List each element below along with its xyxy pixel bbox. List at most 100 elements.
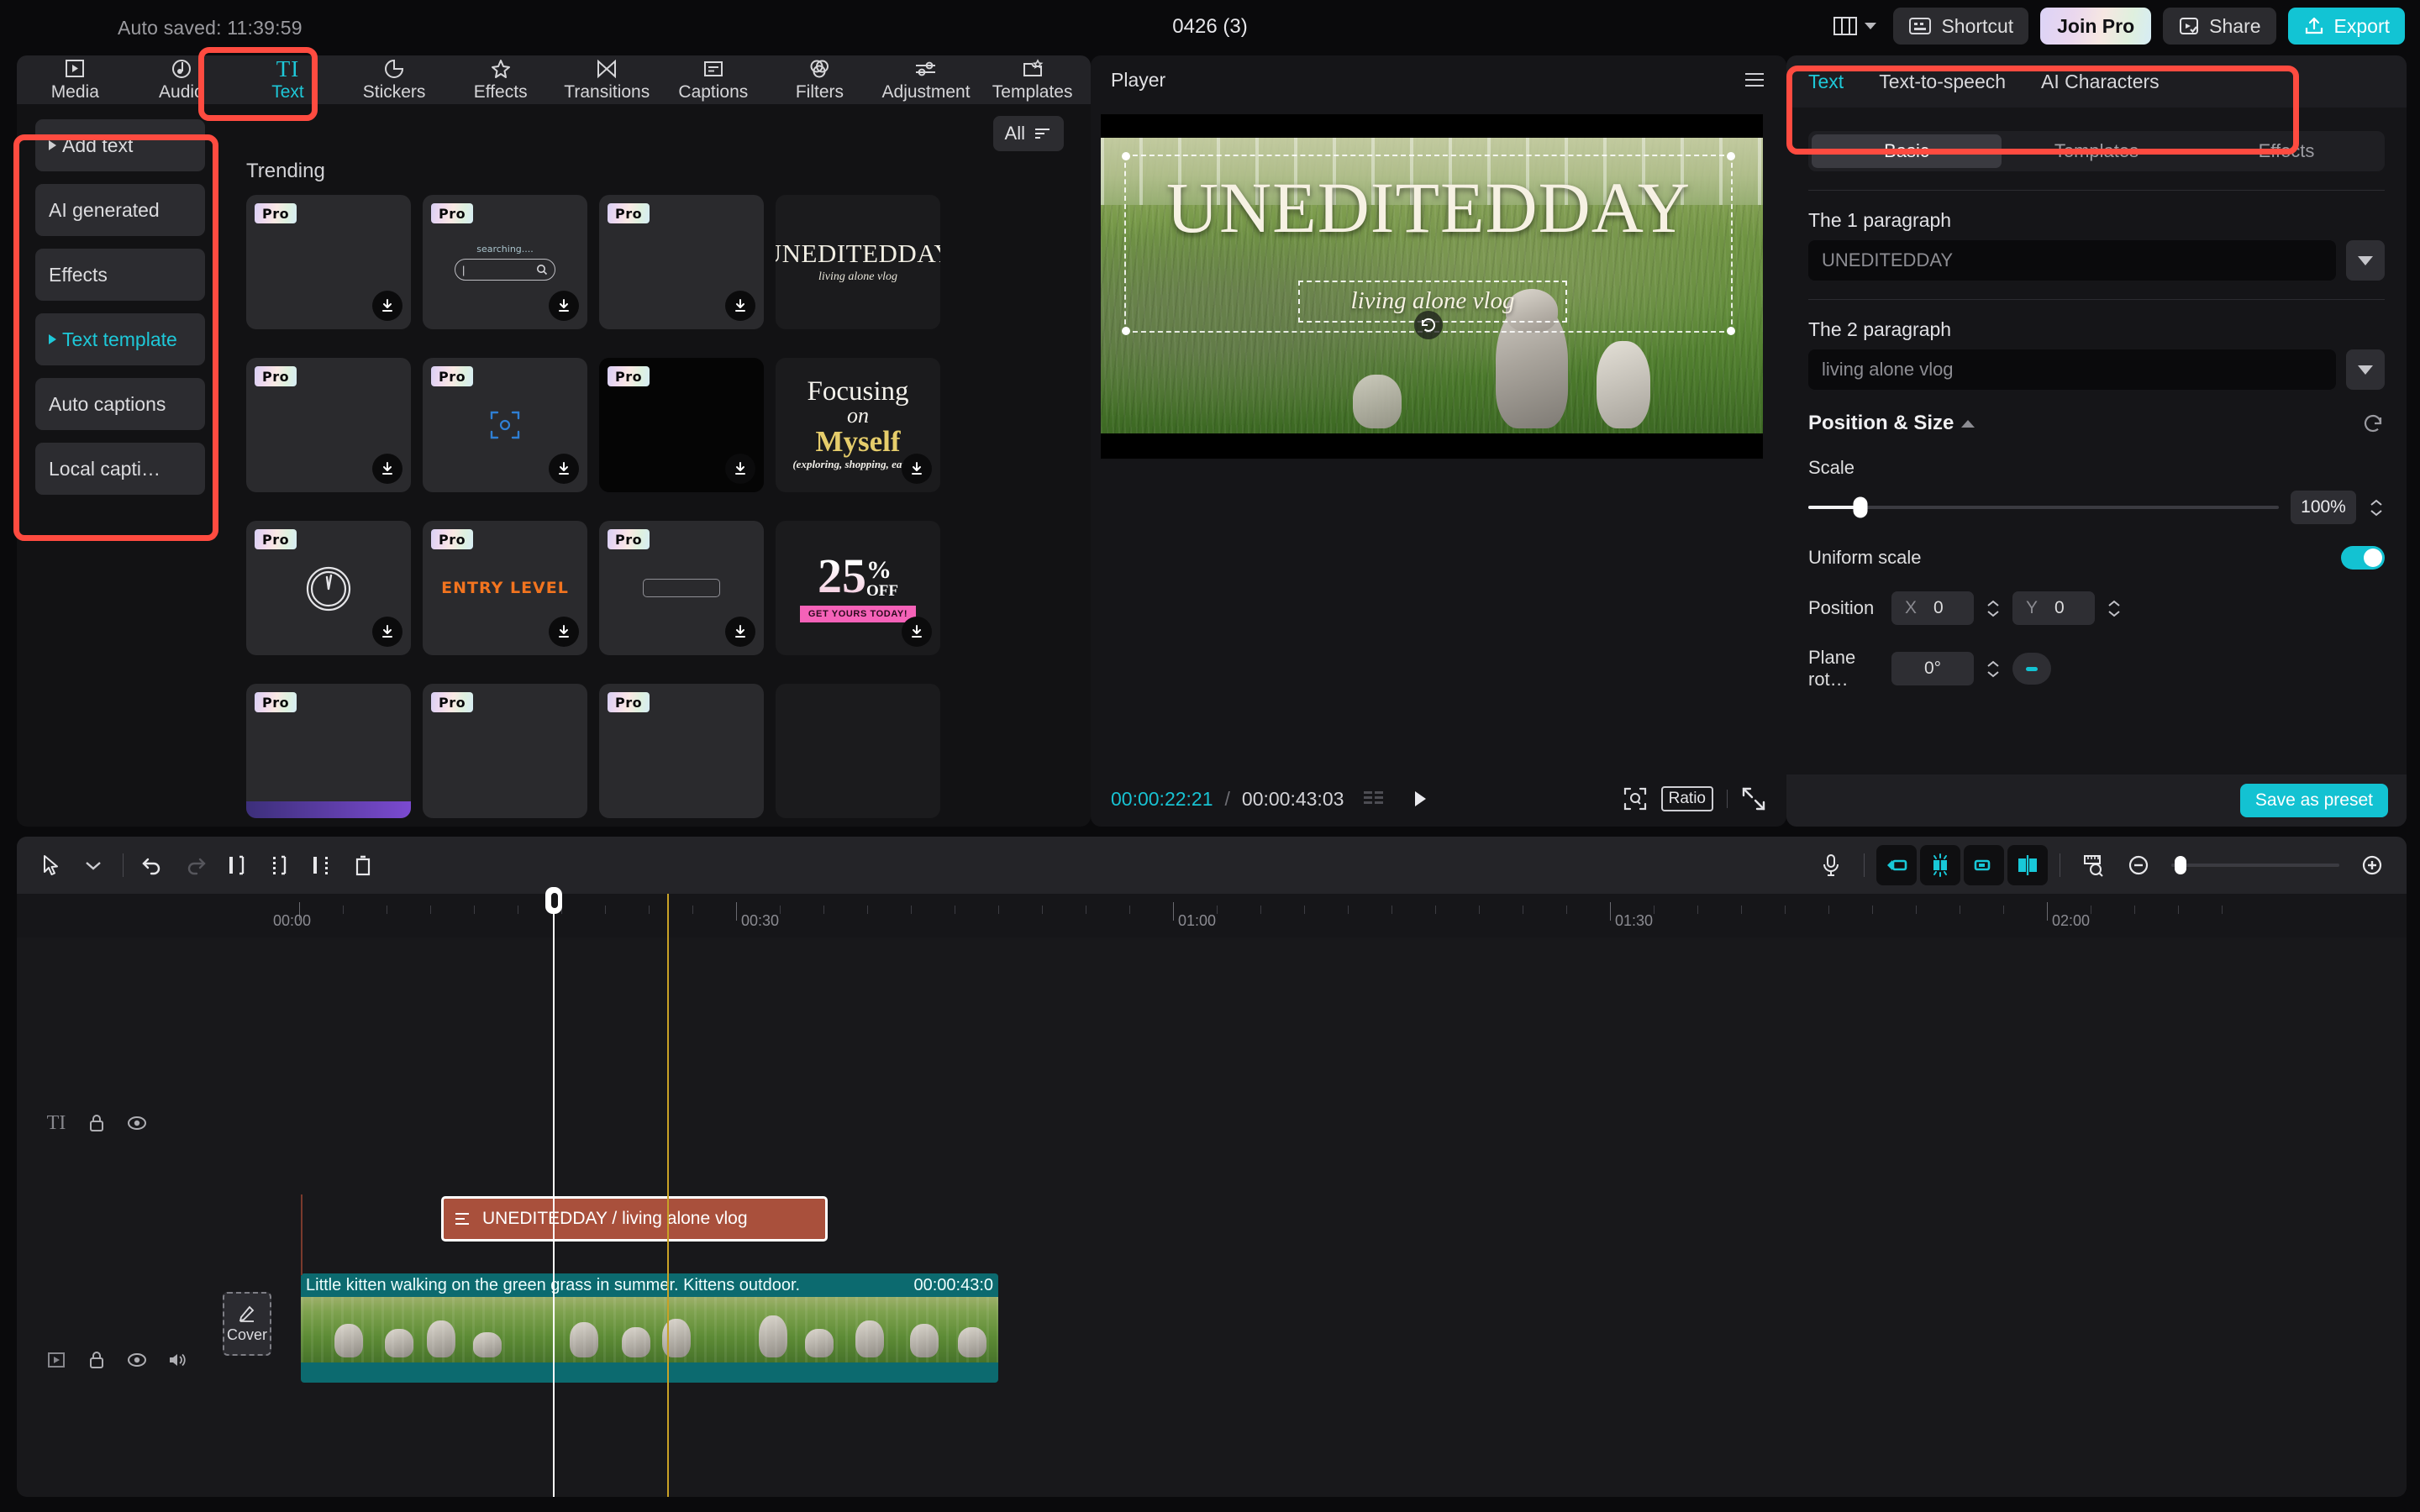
scale-value[interactable]: 100% bbox=[2291, 491, 2356, 524]
trim-right-icon[interactable] bbox=[300, 844, 342, 886]
rotation-stepper[interactable] bbox=[1985, 660, 2002, 678]
reset-icon[interactable] bbox=[2361, 412, 2385, 435]
ruler-icon[interactable] bbox=[2072, 844, 2114, 886]
segment-templates[interactable]: Templates bbox=[2002, 134, 2191, 168]
markers-icon[interactable] bbox=[1362, 788, 1387, 810]
fullscreen-icon[interactable] bbox=[1741, 786, 1766, 811]
text-overlay-bounds[interactable]: UNEDITEDDAY living alone vlog bbox=[1122, 152, 1735, 339]
template-card[interactable]: Pro bbox=[246, 358, 411, 492]
tab-effects[interactable]: Effects bbox=[447, 55, 554, 104]
download-icon[interactable] bbox=[902, 617, 932, 647]
hamburger-icon[interactable] bbox=[1743, 71, 1766, 89]
resize-handle-br[interactable] bbox=[1727, 327, 1735, 335]
play-icon[interactable] bbox=[1409, 788, 1431, 810]
tab-templates[interactable]: Templates bbox=[979, 55, 1086, 104]
download-icon[interactable] bbox=[902, 454, 932, 484]
speaker-icon[interactable] bbox=[163, 1346, 192, 1374]
tab-text[interactable]: Text bbox=[1808, 71, 1844, 93]
paragraph2-input[interactable] bbox=[1808, 349, 2336, 390]
template-card-entry-level[interactable]: Pro ENTRY LEVEL bbox=[423, 521, 587, 655]
playhead-handle[interactable] bbox=[545, 887, 562, 914]
sidebar-item-text-template[interactable]: Text template bbox=[35, 313, 205, 365]
template-card[interactable]: Pro bbox=[246, 195, 411, 329]
template-card[interactable]: Pro bbox=[423, 684, 587, 818]
lock-icon[interactable] bbox=[82, 1346, 111, 1374]
resize-handle-tl[interactable] bbox=[1122, 152, 1130, 160]
rotation-dial[interactable] bbox=[2012, 653, 2051, 685]
player-stage[interactable]: UNEDITEDDAY living alone vlog bbox=[1101, 114, 1763, 459]
template-card[interactable]: Pro bbox=[599, 521, 764, 655]
eye-icon[interactable] bbox=[123, 1346, 151, 1374]
template-card-focusing[interactable]: Focusing on Myself (exploring, shopping,… bbox=[776, 358, 940, 492]
sidebar-item-auto-captions[interactable]: Auto captions bbox=[35, 378, 205, 430]
position-y-stepper[interactable] bbox=[2106, 600, 2123, 617]
download-icon[interactable] bbox=[549, 454, 579, 484]
shortcut-button[interactable]: Shortcut bbox=[1893, 8, 2029, 45]
download-icon[interactable] bbox=[549, 617, 579, 647]
template-card[interactable]: Pro bbox=[599, 195, 764, 329]
resize-handle-bl[interactable] bbox=[1122, 327, 1130, 335]
position-x-field[interactable]: X 0 bbox=[1891, 591, 1974, 625]
timeline-ruler[interactable]: 00:00 00:30 01:00 01:30 02:00 bbox=[17, 894, 2407, 937]
scale-stepper[interactable] bbox=[2368, 499, 2385, 517]
tab-text-to-speech[interactable]: Text-to-speech bbox=[1879, 71, 2006, 93]
scale-slider-knob[interactable] bbox=[1853, 496, 1868, 518]
trim-left-icon[interactable] bbox=[258, 844, 300, 886]
rotate-icon[interactable] bbox=[1414, 311, 1443, 339]
select-tool-icon[interactable] bbox=[30, 844, 72, 886]
template-card[interactable]: Pro searching.... | bbox=[423, 195, 587, 329]
template-card[interactable]: Pro bbox=[599, 358, 764, 492]
zoom-out-icon[interactable] bbox=[2118, 844, 2160, 886]
scale-slider[interactable] bbox=[1808, 496, 2279, 518]
ratio-button[interactable]: Ratio bbox=[1660, 786, 1713, 811]
download-icon[interactable] bbox=[372, 454, 402, 484]
tab-stickers[interactable]: Stickers bbox=[341, 55, 448, 104]
tab-captions[interactable]: Captions bbox=[660, 55, 767, 104]
segment-effects[interactable]: Effects bbox=[2191, 134, 2381, 168]
tab-audio[interactable]: Audio bbox=[129, 55, 235, 104]
template-card[interactable]: Pro bbox=[599, 684, 764, 818]
download-icon[interactable] bbox=[372, 291, 402, 321]
template-card[interactable] bbox=[776, 684, 940, 818]
sidebar-item-local-captions[interactable]: Local capti… bbox=[35, 443, 205, 495]
sidebar-item-ai-generated[interactable]: AI generated bbox=[35, 184, 205, 236]
redo-icon[interactable] bbox=[174, 844, 216, 886]
save-as-preset-button[interactable]: Save as preset bbox=[2239, 784, 2388, 817]
cover-button[interactable]: Cover bbox=[223, 1292, 271, 1356]
tab-filters[interactable]: Filters bbox=[766, 55, 873, 104]
tab-text[interactable]: TI Text bbox=[234, 55, 341, 104]
template-card-25-off[interactable]: 25 % OFF GET YOURS TODAY! bbox=[776, 521, 940, 655]
tab-media[interactable]: Media bbox=[22, 55, 129, 104]
download-icon[interactable] bbox=[725, 291, 755, 321]
template-card[interactable]: Pro bbox=[423, 358, 587, 492]
download-icon[interactable] bbox=[725, 617, 755, 647]
position-y-field[interactable]: Y 0 bbox=[2012, 591, 2095, 625]
template-card[interactable]: Pro bbox=[246, 521, 411, 655]
download-icon[interactable] bbox=[549, 291, 579, 321]
position-size-header[interactable]: Position & Size bbox=[1786, 412, 2407, 435]
undo-icon[interactable] bbox=[132, 844, 174, 886]
align-center-icon[interactable] bbox=[2007, 845, 2048, 885]
delete-icon[interactable] bbox=[342, 844, 384, 886]
layout-button[interactable] bbox=[1828, 10, 1881, 42]
download-icon[interactable] bbox=[725, 454, 755, 484]
resize-handle-tr[interactable] bbox=[1727, 152, 1735, 160]
eye-icon[interactable] bbox=[123, 1109, 151, 1137]
paragraph2-dropdown-button[interactable] bbox=[2346, 349, 2385, 390]
auto-snap-icon[interactable] bbox=[1920, 845, 1960, 885]
position-x-stepper[interactable] bbox=[1985, 600, 2002, 617]
zoom-in-icon[interactable] bbox=[2351, 844, 2393, 886]
split-icon[interactable] bbox=[216, 844, 258, 886]
timeline-zoom-knob[interactable] bbox=[2175, 856, 2186, 874]
share-button[interactable]: Share bbox=[2163, 8, 2276, 45]
chevron-down-icon[interactable] bbox=[72, 844, 114, 886]
segment-basic[interactable]: Basic bbox=[1812, 134, 2002, 168]
paragraph1-dropdown-button[interactable] bbox=[2346, 240, 2385, 281]
timeline-zoom-slider[interactable] bbox=[2171, 856, 2339, 874]
snap-right-icon[interactable] bbox=[1964, 845, 2004, 885]
uniform-scale-toggle[interactable] bbox=[2341, 546, 2385, 570]
download-icon[interactable] bbox=[372, 617, 402, 647]
sidebar-item-effects[interactable]: Effects bbox=[35, 249, 205, 301]
timeline-video-clip[interactable]: Little kitten walking on the green grass… bbox=[301, 1273, 998, 1383]
sidebar-item-add-text[interactable]: Add text bbox=[35, 119, 205, 171]
